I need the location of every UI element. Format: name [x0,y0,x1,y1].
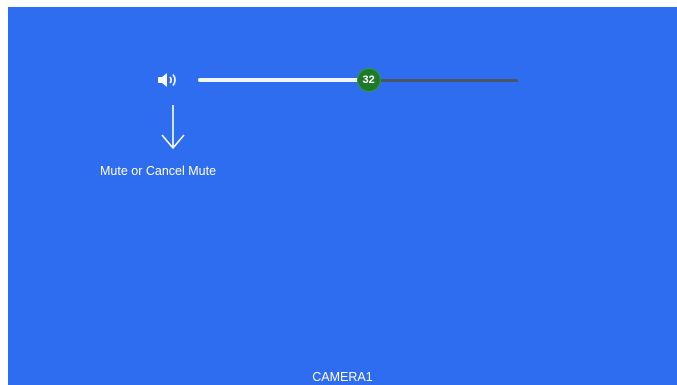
volume-track-remaining [368,79,518,82]
camera-screen: 32 Mute or Cancel Mute CAMERA1 [8,7,677,385]
volume-thumb[interactable]: 32 [356,68,381,92]
volume-value: 32 [362,74,375,86]
mute-hint-label: Mute or Cancel Mute [100,164,217,178]
volume-slider[interactable]: 32 [196,67,520,93]
arrow-down-icon [158,103,188,151]
volume-track-filled [198,78,369,82]
camera-name: CAMERA1 [312,370,373,384]
speaker-icon[interactable] [156,69,182,91]
